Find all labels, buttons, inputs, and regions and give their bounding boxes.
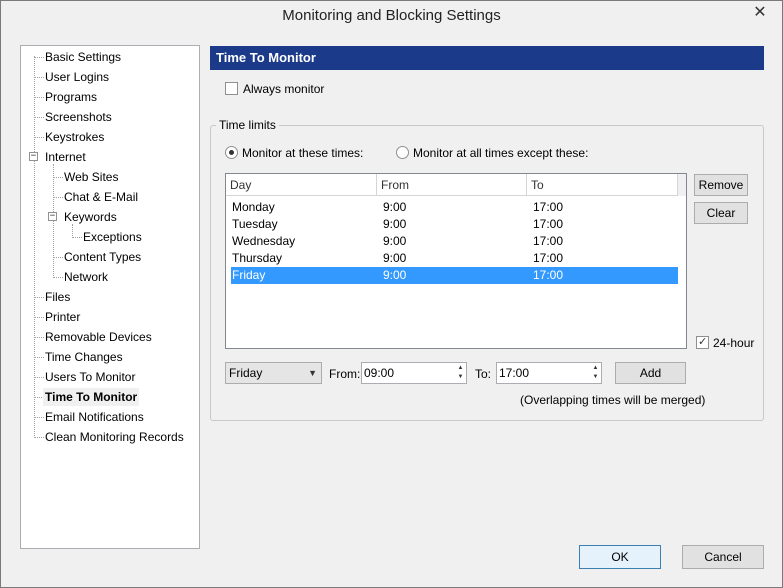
table-row[interactable]: Tuesday 9:00 17:00 (231, 216, 678, 233)
monitor-except-radio[interactable] (396, 146, 409, 159)
day-select[interactable]: Friday ▼ (225, 362, 322, 384)
cell-day: Monday (232, 200, 275, 214)
list-scrollbar[interactable] (678, 174, 686, 196)
24-hour-label: 24-hour (713, 336, 755, 350)
cell-to: 17:00 (533, 200, 564, 214)
remove-button[interactable]: Remove (694, 174, 748, 196)
time-limits-title: Time limits (216, 118, 279, 132)
spin-arrows-icon[interactable]: ▲ ▼ (456, 364, 465, 382)
cell-from: 9:00 (383, 217, 407, 231)
tree-item-users-to-monitor[interactable]: Users To Monitor (43, 368, 137, 386)
spin-arrows-icon[interactable]: ▲ ▼ (591, 364, 600, 382)
tree-guide-line (34, 56, 35, 438)
to-time-input[interactable]: 17:00 ▲ ▼ (496, 362, 602, 384)
tree-item-programs[interactable]: Programs (43, 88, 99, 106)
tree-item-time-changes[interactable]: Time Changes (43, 348, 125, 366)
tree-item-time-to-monitor[interactable]: Time To Monitor (43, 388, 140, 406)
tree-item-internet[interactable]: Internet (43, 148, 88, 166)
cell-from: 9:00 (383, 268, 407, 282)
cancel-button[interactable]: Cancel (682, 545, 764, 569)
tree-item-network[interactable]: Network (62, 268, 110, 286)
time-list[interactable]: Day From To Monday 9:00 17:00 Tuesday 9:… (225, 173, 687, 349)
tree-item-keystrokes[interactable]: Keystrokes (43, 128, 106, 146)
tree-item-removable-devices[interactable]: Removable Devices (43, 328, 154, 346)
monitor-at-these-times-radio[interactable] (225, 146, 238, 159)
table-row-selected[interactable]: Friday 9:00 17:00 (231, 267, 678, 284)
cell-day: Friday (232, 268, 266, 282)
cell-from: 9:00 (383, 200, 407, 214)
clear-button[interactable]: Clear (694, 202, 748, 224)
tree-item-content-types[interactable]: Content Types (62, 248, 143, 266)
to-label: To: (475, 367, 492, 381)
monitor-at-these-times-label: Monitor at these times: (242, 146, 364, 160)
to-time-value: 17:00 (499, 366, 530, 380)
column-day[interactable]: Day (226, 174, 377, 196)
day-select-value: Friday (229, 366, 263, 380)
from-time-input[interactable]: 09:00 ▲ ▼ (361, 362, 467, 384)
close-icon[interactable]: ✕ (746, 3, 774, 23)
monitor-except-label: Monitor at all times except these: (413, 146, 589, 160)
tree-guide-line (72, 224, 73, 238)
cell-day: Thursday (232, 251, 283, 265)
table-row[interactable]: Wednesday 9:00 17:00 (231, 233, 678, 250)
tree-item-web-sites[interactable]: Web Sites (62, 168, 120, 186)
always-monitor-label: Always monitor (243, 82, 325, 96)
from-label: From: (329, 367, 361, 381)
tree-item-printer[interactable]: Printer (43, 308, 82, 326)
chevron-down-icon: ▼ (308, 368, 317, 378)
cell-from: 9:00 (383, 234, 407, 248)
settings-tree[interactable]: Basic Settings User Logins Programs Scre… (20, 45, 200, 549)
title-bar: Monitoring and Blocking Settings ✕ (1, 1, 782, 32)
collapse-internet-icon[interactable]: − (29, 152, 38, 161)
from-time-value: 09:00 (364, 366, 395, 380)
tree-item-keywords[interactable]: Keywords (62, 208, 119, 226)
ok-button[interactable]: OK (579, 545, 661, 569)
tree-item-email-notifications[interactable]: Email Notifications (43, 408, 146, 426)
section-header: Time To Monitor (210, 46, 764, 70)
tree-item-exceptions[interactable]: Exceptions (81, 228, 144, 246)
cell-to: 17:00 (533, 268, 564, 282)
tree-item-screenshots[interactable]: Screenshots (43, 108, 114, 126)
column-to[interactable]: To (527, 174, 678, 196)
cell-to: 17:00 (533, 251, 564, 265)
always-monitor-checkbox[interactable] (225, 82, 238, 95)
column-from[interactable]: From (377, 174, 527, 196)
collapse-keywords-icon[interactable]: − (48, 212, 57, 221)
table-row[interactable]: Monday 9:00 17:00 (231, 199, 678, 216)
settings-window: Monitoring and Blocking Settings ✕ Basic… (0, 0, 783, 588)
window-title: Monitoring and Blocking Settings (282, 7, 501, 24)
tree-item-user-logins[interactable]: User Logins (43, 68, 111, 86)
table-row[interactable]: Thursday 9:00 17:00 (231, 250, 678, 267)
tree-item-files[interactable]: Files (43, 288, 72, 306)
time-list-header: Day From To (226, 174, 678, 196)
tree-item-basic-settings[interactable]: Basic Settings (43, 48, 123, 66)
24-hour-checkbox[interactable] (696, 335, 709, 349)
cell-day: Tuesday (232, 217, 278, 231)
cell-to: 17:00 (533, 217, 564, 231)
cell-from: 9:00 (383, 251, 407, 265)
tree-item-chat-email[interactable]: Chat & E-Mail (62, 188, 140, 206)
cell-to: 17:00 (533, 234, 564, 248)
tree-item-clean-monitoring-records[interactable]: Clean Monitoring Records (43, 428, 186, 446)
cell-day: Wednesday (232, 234, 296, 248)
add-button[interactable]: Add (615, 362, 686, 384)
overlap-note: (Overlapping times will be merged) (520, 393, 706, 407)
tree-guide-line (53, 164, 54, 278)
